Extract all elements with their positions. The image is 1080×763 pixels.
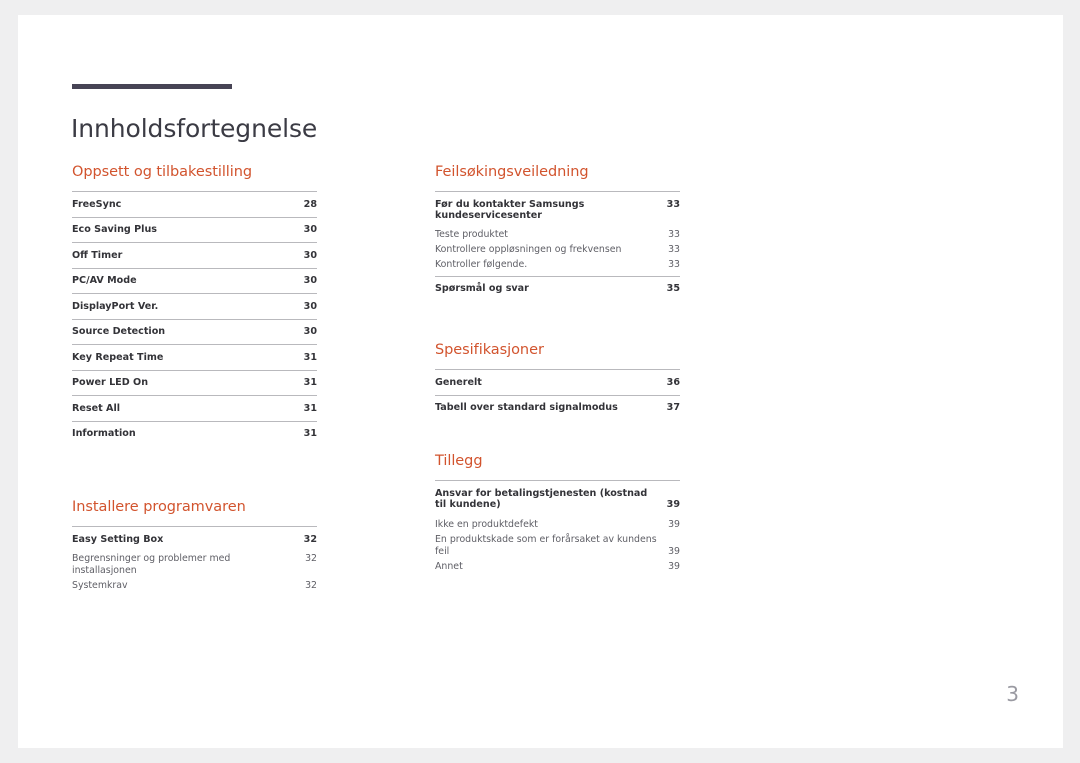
toc-section-tillegg: Tillegg Ansvar for betalingstjenesten (k… [435, 452, 680, 575]
toc-entry-page: 39 [668, 546, 680, 558]
toc-entry[interactable]: Generelt 36 [435, 370, 680, 396]
toc-entry-page: 33 [668, 259, 680, 271]
toc-entry-page: 31 [303, 377, 317, 388]
document-page: Innholdsfortegnelse Oppsett og tilbakest… [18, 15, 1063, 748]
toc-entry-label: PC/AV Mode [72, 275, 137, 286]
section-heading: Spesifikasjoner [435, 342, 544, 359]
toc-entry[interactable]: FreeSync 28 [72, 192, 317, 218]
toc-entry-page: 33 [666, 198, 680, 210]
title-rule [72, 84, 232, 89]
toc-entry-page: 32 [305, 580, 317, 592]
toc-entry-label: FreeSync [72, 198, 122, 210]
toc-entry-label: Key Repeat Time [72, 351, 164, 363]
toc-entry[interactable]: Reset All 31 [72, 396, 317, 422]
toc-entry-page: 30 [303, 224, 317, 235]
section-heading: Oppsett og tilbakestilling [72, 164, 253, 180]
toc-entry[interactable]: Teste produktet 33 [435, 228, 680, 243]
toc-entry[interactable]: Spørsmål og svar 35 [435, 277, 680, 302]
toc-entry-label: Systemkrav [72, 580, 128, 592]
toc-list: Generelt 36 Tabell over standard signalm… [435, 369, 680, 420]
toc-entry-page: 36 [666, 376, 680, 388]
toc-entry[interactable]: Easy Setting Box 32 [72, 527, 317, 552]
toc-subentry-group: Begrensninger og problemer med installas… [72, 552, 317, 595]
toc-entry-page: 31 [303, 351, 317, 363]
toc-list: Ansvar for betalingstjenesten (kostnad t… [435, 480, 680, 575]
toc-entry-page: 32 [303, 533, 317, 545]
toc-list: Easy Setting Box 32 Begrensninger og pro… [72, 526, 317, 594]
toc-entry-page: 32 [305, 552, 317, 564]
toc-entry-label: Easy Setting Box [72, 533, 164, 545]
toc-entry-page: 39 [666, 499, 680, 511]
section-heading: Feilsøkingsveiledning [435, 164, 589, 180]
toc-entry-label: Eco Saving Plus [72, 224, 157, 235]
toc-entry-page: 28 [303, 198, 317, 210]
toc-entry-label: Annet [435, 561, 463, 573]
toc-entry[interactable]: Source Detection 30 [72, 320, 317, 345]
toc-entry-page: 35 [666, 283, 680, 295]
toc-entry[interactable]: Ikke en produktdefekt 39 [435, 517, 680, 532]
toc-entry-label: Power LED On [72, 377, 149, 388]
toc-entry[interactable]: DisplayPort Ver. 30 [72, 294, 317, 320]
toc-entry[interactable]: Begrensninger og problemer med installas… [72, 552, 317, 580]
toc-entry[interactable]: Kontrollere oppløsningen og frekvensen 3… [435, 243, 680, 258]
toc-entry-page: 31 [303, 402, 317, 414]
toc-entry[interactable]: Power LED On 31 [72, 371, 317, 396]
toc-entry-label: Source Detection [72, 326, 166, 337]
toc-entry-label: Ikke en produktdefekt [435, 518, 538, 530]
toc-entry-page: 39 [668, 518, 680, 530]
toc-entry-page: 30 [303, 300, 317, 312]
toc-entry-label: Kontroller følgende. [435, 259, 528, 271]
toc-entry-label: Spørsmål og svar [435, 283, 529, 295]
toc-entry[interactable]: Ansvar for betalingstjenesten (kostnad t… [435, 481, 680, 517]
toc-entry-label: Tabell over standard signalmodus [435, 402, 618, 414]
toc-entry[interactable]: Eco Saving Plus 30 [72, 218, 317, 243]
toc-entry[interactable]: Kontroller følgende. 33 [435, 258, 680, 273]
toc-entry-page: 39 [668, 561, 680, 573]
toc-entry-page: 30 [303, 275, 317, 286]
toc-entry-page: 30 [303, 249, 317, 261]
toc-entry-label: En produktskade som er forårsaket av kun… [435, 533, 657, 558]
toc-entry-page: 33 [668, 229, 680, 241]
toc-entry[interactable]: Information 31 [72, 422, 317, 447]
toc-entry-label: Generelt [435, 376, 482, 388]
toc-entry-page: 37 [666, 402, 680, 414]
toc-entry-label: Ansvar for betalingstjenesten (kostnad t… [435, 487, 648, 511]
toc-entry-label: Før du kontakter Samsungs kundeservicese… [435, 198, 585, 222]
toc-list: FreeSync 28 Eco Saving Plus 30 Off Timer… [72, 191, 317, 446]
toc-entry-label: Reset All [72, 402, 121, 414]
toc-entry-label: Off Timer [72, 249, 123, 261]
toc-entry[interactable]: Key Repeat Time 31 [72, 345, 317, 371]
toc-section-installere-programvaren: Installere programvaren Easy Setting Box… [72, 498, 317, 594]
section-heading: Tillegg [435, 453, 483, 470]
toc-entry-label: Teste produktet [435, 229, 508, 241]
toc-section-spesifikasjoner: Spesifikasjoner Generelt 36 Tabell over … [435, 341, 680, 420]
toc-section-feilsokingsveiledning: Feilsøkingsveiledning Før du kontakter S… [435, 163, 680, 301]
toc-entry-label: Information [72, 428, 136, 439]
toc-entry-label: Begrensninger og problemer med installas… [72, 552, 231, 577]
toc-column-left: Oppsett og tilbakestilling FreeSync 28 E… [72, 163, 317, 594]
page-number: 3 [1006, 682, 1019, 706]
toc-entry-page: 31 [303, 428, 317, 439]
toc-entry[interactable]: Off Timer 30 [72, 243, 317, 269]
toc-subentry-group: Ikke en produktdefekt 39 En produktskade… [435, 517, 680, 575]
toc-entry[interactable]: PC/AV Mode 30 [72, 269, 317, 294]
toc-subentry-group: Teste produktet 33 Kontrollere oppløsnin… [435, 228, 680, 277]
toc-entry-page: 33 [668, 244, 680, 256]
section-heading: Installere programvaren [72, 499, 246, 515]
toc-entry-label: Kontrollere oppløsningen og frekvensen [435, 244, 622, 256]
toc-section-oppsett-og-tilbakestilling: Oppsett og tilbakestilling FreeSync 28 E… [72, 163, 317, 446]
toc-entry-label: DisplayPort Ver. [72, 300, 159, 312]
toc-entry[interactable]: Før du kontakter Samsungs kundeservicese… [435, 192, 680, 228]
toc-entry[interactable]: Systemkrav 32 [72, 579, 317, 594]
toc-entry[interactable]: En produktskade som er forårsaket av kun… [435, 532, 680, 560]
toc-entry[interactable]: Tabell over standard signalmodus 37 [435, 396, 680, 421]
page-title: Innholdsfortegnelse [71, 113, 318, 143]
toc-entry[interactable]: Annet 39 [435, 560, 680, 575]
toc-list: Før du kontakter Samsungs kundeservicese… [435, 191, 680, 301]
toc-column-right: Feilsøkingsveiledning Før du kontakter S… [435, 163, 680, 575]
toc-entry-page: 30 [303, 326, 317, 337]
